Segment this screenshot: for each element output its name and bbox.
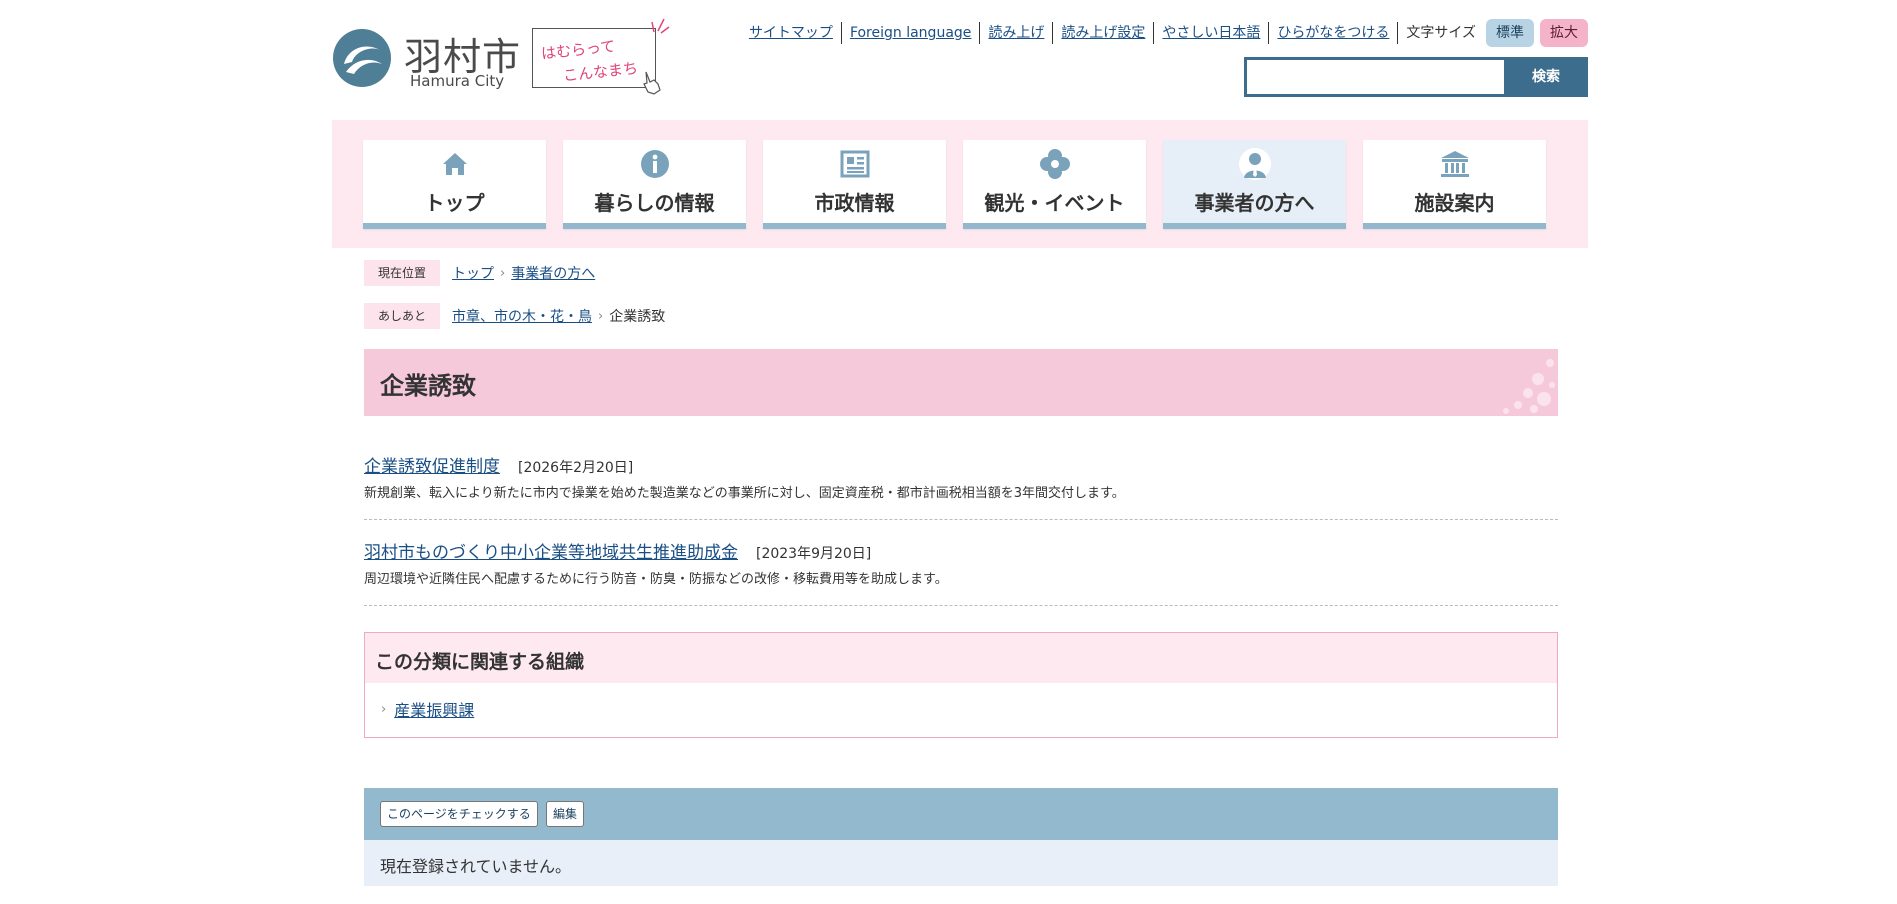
- nav-item-city-admin[interactable]: 市政情報: [763, 140, 946, 229]
- search-input[interactable]: [1244, 57, 1504, 97]
- sparkle-icon: [651, 18, 670, 34]
- breadcrumb-current-tag: 現在位置: [364, 260, 440, 286]
- nav-label: トップ: [424, 191, 485, 215]
- check-page-button[interactable]: このページをチェックする: [380, 801, 538, 827]
- entry-title-link[interactable]: 企業誘致促進制度: [364, 452, 500, 477]
- no-checked-pages-message: 現在登録されていません。: [380, 857, 572, 876]
- font-size-standard-button[interactable]: 標準: [1486, 19, 1534, 47]
- read-aloud-settings-link[interactable]: 読み上げ設定: [1052, 22, 1153, 44]
- tagline-banner[interactable]: はむらって こんなまち: [532, 28, 656, 88]
- list-item: 企業誘致促進制度 [2026年2月20日] 新規創業、転入により新たに市内で操業…: [364, 452, 1558, 520]
- read-aloud-link[interactable]: 読み上げ: [979, 22, 1052, 44]
- breadcrumb-link-business[interactable]: 事業者の方へ: [511, 263, 595, 283]
- breadcrumb: 現在位置 トップ › 事業者の方へ: [364, 260, 595, 286]
- nav-item-top[interactable]: トップ: [363, 140, 546, 229]
- easy-japanese-link[interactable]: やさしい日本語: [1153, 22, 1268, 44]
- nav-item-living[interactable]: 暮らしの情報: [563, 140, 746, 229]
- breadcrumb-link-top[interactable]: トップ: [452, 263, 494, 283]
- pointing-hand-icon: [643, 71, 661, 95]
- nav-item-business[interactable]: 事業者の方へ: [1163, 140, 1346, 229]
- entry-head: 羽村市ものづくり中小企業等地域共生推進助成金 [2023年9月20日]: [364, 538, 872, 563]
- newspaper-icon: [840, 150, 869, 178]
- font-size-label: 文字サイズ: [1397, 22, 1486, 44]
- history-breadcrumb: あしあと 市章、市の木・花・鳥 › 企業誘致: [364, 303, 665, 329]
- nav-label: 事業者の方へ: [1194, 191, 1315, 215]
- breadcrumb-history-tag: あしあと: [364, 303, 440, 329]
- hamura-logo-icon: [333, 29, 391, 87]
- chevron-right-icon: ›: [381, 701, 387, 717]
- nav-label: 施設案内: [1414, 191, 1495, 215]
- site-header: 羽村市 Hamura City はむらって こんなまち サイトマップ Forei…: [332, 0, 1588, 118]
- page-title-banner: 企業誘致: [364, 349, 1558, 416]
- sitemap-link[interactable]: サイトマップ: [741, 22, 841, 44]
- entry-date: [2026年2月20日]: [518, 460, 634, 476]
- home-icon: [442, 153, 467, 175]
- building-icon: [1440, 151, 1469, 177]
- site-logo[interactable]: 羽村市 Hamura City: [332, 26, 532, 90]
- page-check-bar: このページをチェックする 編集: [364, 788, 1558, 840]
- related-item: › 産業振興課: [381, 697, 474, 721]
- cherry-blossom-decoration: [1503, 359, 1555, 414]
- tagline-line2: こんなまち: [562, 59, 639, 85]
- logo-text-en: Hamura City: [410, 72, 505, 90]
- chevron-right-icon: ›: [598, 308, 604, 324]
- history-link-emblem[interactable]: 市章、市の木・花・鳥: [452, 306, 592, 326]
- font-size-large-button[interactable]: 拡大: [1540, 19, 1588, 47]
- nav-label: 暮らしの情報: [594, 191, 715, 215]
- foreign-language-link[interactable]: Foreign language: [840, 22, 979, 44]
- site-search: 検索: [1244, 57, 1588, 97]
- checked-pages-panel: 現在登録されていません。: [364, 840, 1558, 886]
- entry-description: 新規創業、転入により新たに市内で操業を始めた製造業などの事業所に対し、固定資産税…: [364, 486, 1125, 501]
- businessperson-icon: [1238, 148, 1271, 180]
- list-item: 羽村市ものづくり中小企業等地域共生推進助成金 [2023年9月20日] 周辺環境…: [364, 538, 1558, 606]
- related-organization-box: この分類に関連する組織 › 産業振興課: [364, 632, 1558, 738]
- entry-date: [2023年9月20日]: [756, 546, 872, 562]
- search-button[interactable]: 検索: [1504, 57, 1588, 97]
- page-title: 企業誘致: [380, 372, 476, 400]
- entry-description: 周辺環境や近隣住民へ配慮するために行う防音・防臭・防振などの改修・移転費用等を助…: [364, 572, 948, 587]
- info-icon: [640, 150, 669, 178]
- entry-head: 企業誘致促進制度 [2026年2月20日]: [364, 452, 634, 477]
- nav-item-tourism-events[interactable]: 観光・イベント: [963, 140, 1146, 229]
- history-current: 企業誘致: [609, 309, 666, 325]
- global-navigation: トップ 暮らしの情報 市政情報 観光・イベント 事業者の方へ 施設案内: [332, 120, 1588, 248]
- nav-item-facilities[interactable]: 施設案内: [1363, 140, 1546, 229]
- utility-links: サイトマップ Foreign language 読み上げ 読み上げ設定 やさしい…: [741, 19, 1588, 47]
- flower-icon: [1039, 149, 1070, 179]
- related-heading: この分類に関連する組織: [365, 633, 1557, 683]
- nav-label: 観光・イベント: [984, 191, 1125, 215]
- add-furigana-link[interactable]: ひらがなをつける: [1268, 22, 1397, 44]
- nav-label: 市政情報: [814, 191, 895, 215]
- edit-button[interactable]: 編集: [546, 801, 585, 827]
- chevron-right-icon: ›: [500, 265, 506, 281]
- entry-title-link[interactable]: 羽村市ものづくり中小企業等地域共生推進助成金: [364, 538, 738, 563]
- related-link-industry-promotion[interactable]: 産業振興課: [394, 697, 474, 721]
